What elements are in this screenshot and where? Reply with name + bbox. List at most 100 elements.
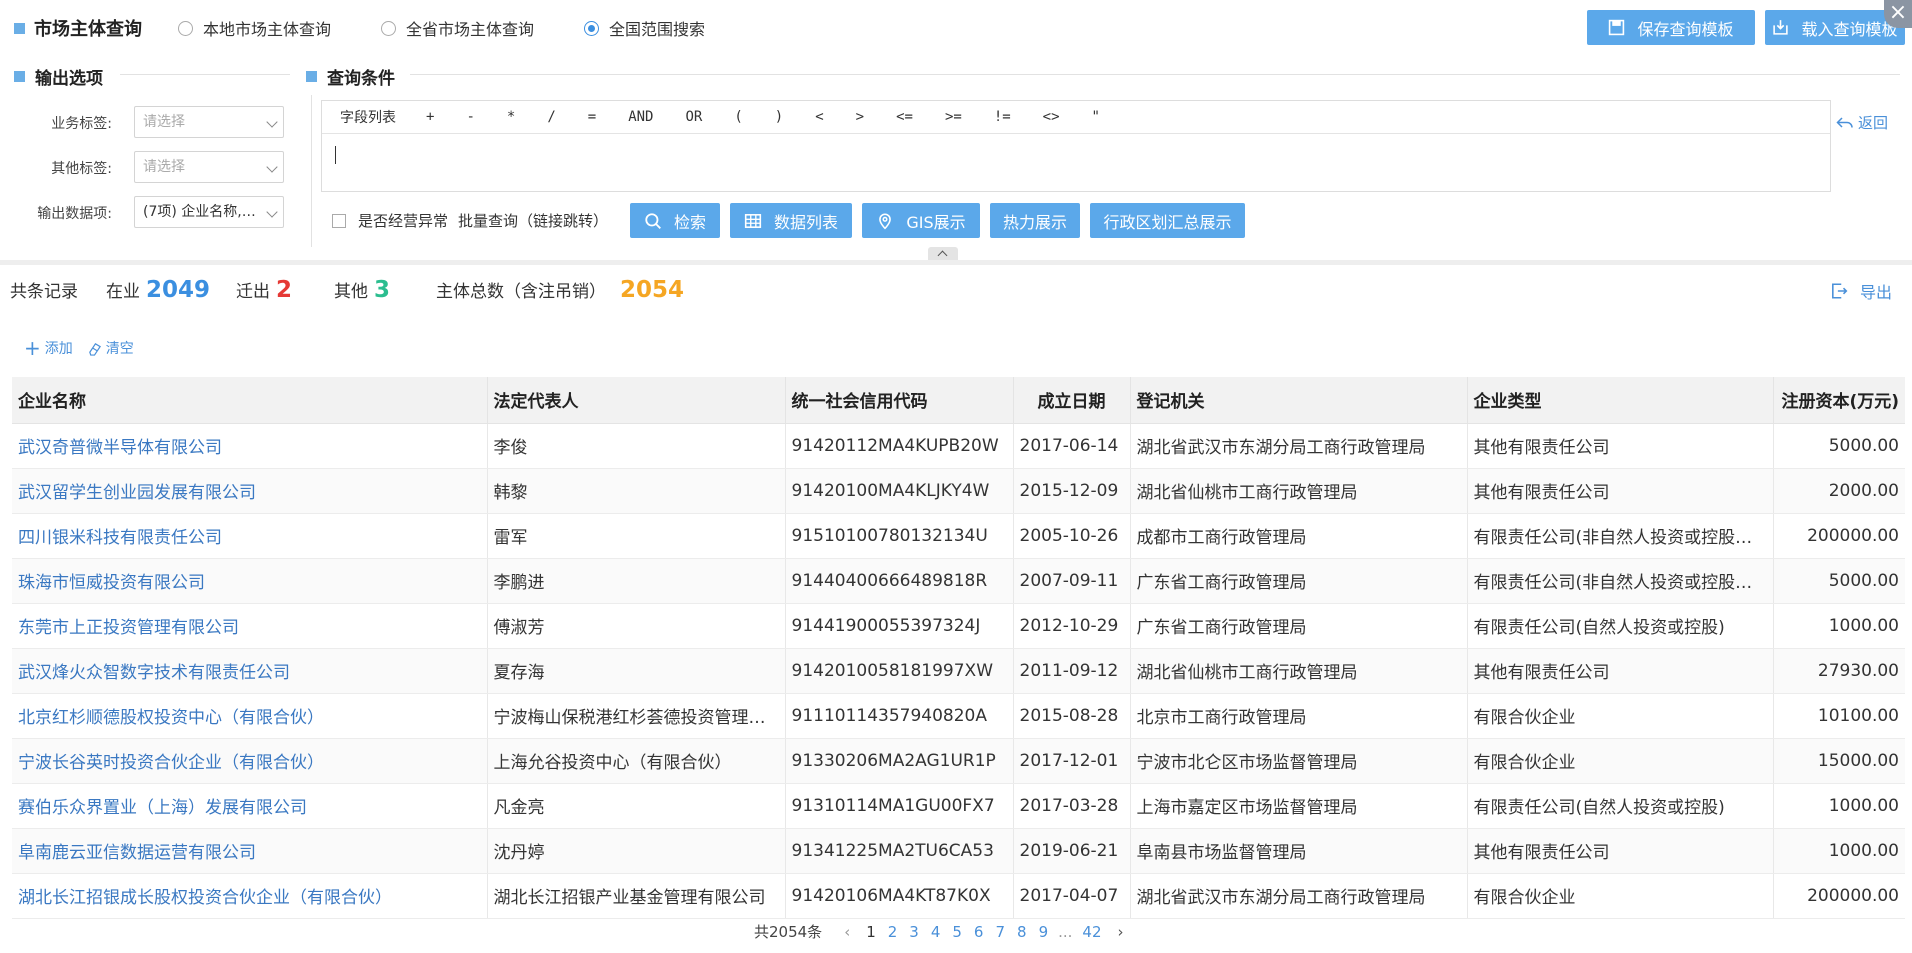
- save-template-button[interactable]: 保存查询模板: [1587, 10, 1755, 45]
- cell-company-name[interactable]: 武汉奇普微半导体有限公司: [12, 423, 487, 469]
- active-count: 2049: [146, 277, 211, 303]
- clear-button[interactable]: 清空: [87, 338, 134, 358]
- operator-button[interactable]: +: [426, 109, 434, 125]
- cell-company-name[interactable]: 阜南鹿云亚信数据运营有限公司: [12, 828, 487, 874]
- radio-local[interactable]: 本地市场主体查询: [178, 16, 331, 40]
- operator-button[interactable]: >=: [945, 109, 962, 125]
- cell-type: 其他有限责任公司: [1466, 423, 1773, 469]
- heat-map-button[interactable]: 热力展示: [990, 203, 1080, 238]
- cell-credit-code: 91310114MA1GU00FX7: [784, 783, 1013, 829]
- add-button[interactable]: + 添加: [24, 338, 73, 358]
- business-tag-label: 业务标签:: [51, 116, 112, 132]
- pager-page[interactable]: 7: [995, 923, 1005, 941]
- table-row[interactable]: 武汉留学生创业园发展有限公司 韩黎 91420100MA4KLJKY4W 2015-1…: [12, 468, 1905, 514]
- other-tag-select[interactable]: 请选择: [134, 151, 284, 183]
- pager-page[interactable]: 4: [931, 923, 941, 941]
- table-row[interactable]: 湖北长江招银成长股权投资合伙企业（有限合伙） 湖北长江招银产业基金管理有限公司 91…: [12, 873, 1905, 919]
- table-row[interactable]: 赛伯乐众界置业（上海）发展有限公司 凡金亮 91310114MA1GU00FX7 20…: [12, 783, 1905, 829]
- abnormal-checkbox[interactable]: [332, 213, 346, 228]
- cell-company-name[interactable]: 武汉留学生创业园发展有限公司: [12, 468, 487, 514]
- column-header-credit-code[interactable]: 统一社会信用代码: [784, 377, 1013, 424]
- cell-company-name[interactable]: 四川银米科技有限责任公司: [12, 513, 487, 559]
- cell-capital: 1000.00: [1772, 603, 1905, 649]
- operator-button[interactable]: =: [588, 109, 596, 125]
- table-row[interactable]: 四川银米科技有限责任公司 雷军 91510100780132134U 2005-10-…: [12, 513, 1905, 559]
- operator-button[interactable]: <: [815, 109, 823, 125]
- data-items-select[interactable]: (7项) 企业名称,法定代表人: [134, 196, 284, 228]
- table-row[interactable]: 阜南鹿云亚信数据运营有限公司 沈丹婷 91341225MA2TU6CA53 2019-…: [12, 828, 1905, 874]
- pager-page[interactable]: 6: [974, 923, 984, 941]
- batch-query-link[interactable]: 批量查询（链接跳转）: [458, 210, 608, 231]
- pager-page-last[interactable]: 42: [1082, 923, 1101, 941]
- cell-legal-rep: 李鹏进: [486, 558, 785, 604]
- cell-date: 2015-12-09: [1012, 468, 1130, 514]
- pager-page[interactable]: 2: [888, 923, 898, 941]
- operator-button[interactable]: ": [1092, 109, 1100, 125]
- radio-circle-icon: [178, 20, 193, 36]
- operator-button[interactable]: /: [547, 109, 555, 125]
- column-header-date[interactable]: 成立日期: [1012, 377, 1130, 424]
- column-header-type[interactable]: 企业类型: [1466, 377, 1773, 424]
- data-list-button[interactable]: 数据列表: [730, 203, 852, 238]
- field-list-button[interactable]: 字段列表: [340, 107, 396, 127]
- cell-company-name[interactable]: 赛伯乐众界置业（上海）发展有限公司: [12, 783, 487, 829]
- cell-capital: 1000.00: [1772, 783, 1905, 829]
- cell-capital: 27930.00: [1772, 648, 1905, 694]
- close-icon[interactable]: ×: [1884, 0, 1912, 28]
- export-button[interactable]: 导出: [1830, 279, 1892, 303]
- operator-button[interactable]: >: [856, 109, 864, 125]
- cell-company-name[interactable]: 珠海市恒威投资有限公司: [12, 558, 487, 604]
- operator-button[interactable]: !=: [994, 109, 1011, 125]
- query-editor[interactable]: 字段列表 + - * / = AND OR() < > <= >= != <> ": [321, 100, 1831, 192]
- abnormal-filter: 是否经营异常 批量查询（链接跳转）: [332, 210, 608, 231]
- pager-page[interactable]: 8: [1017, 923, 1027, 941]
- radio-province[interactable]: 全省市场主体查询: [381, 16, 534, 40]
- column-header-name[interactable]: 企业名称: [12, 377, 487, 424]
- collapse-toggle[interactable]: [928, 247, 958, 261]
- table-row[interactable]: 武汉烽火众智数字技术有限责任公司 夏存海 9142010058181997XW 201…: [12, 648, 1905, 694]
- operator-button[interactable]: *: [507, 109, 515, 125]
- operator-button[interactable]: <>: [1043, 109, 1060, 125]
- cell-company-name[interactable]: 宁波长谷英时投资合伙企业（有限合伙）: [12, 738, 487, 784]
- table-row[interactable]: 东莞市上正投资管理有限公司 傅淑芳 91441900055397324J 2012-1…: [12, 603, 1905, 649]
- gis-button[interactable]: GIS展示: [862, 203, 980, 238]
- section-band: [0, 260, 1912, 265]
- operator-button[interactable]: AND: [628, 109, 653, 125]
- cell-company-name[interactable]: 北京红杉顺德股权投资中心（有限合伙）: [12, 693, 487, 739]
- table-row[interactable]: 北京红杉顺德股权投资中心（有限合伙）宁波梅山保税港红杉荟德投资管理合伙企业（有限…: [12, 693, 1905, 739]
- pager-page[interactable]: 3: [909, 923, 919, 941]
- table-row[interactable]: 珠海市恒威投资有限公司 李鹏进 91440400666489818R 2007-09-…: [12, 558, 1905, 604]
- operator-button[interactable]: (: [734, 109, 742, 125]
- table-row[interactable]: 武汉奇普微半导体有限公司 李俊 91420112MA4KUPB20W 2017-06-…: [12, 423, 1905, 469]
- column-header-authority[interactable]: 登记机关: [1129, 377, 1467, 424]
- column-header-legal-rep[interactable]: 法定代表人: [486, 377, 785, 424]
- export-icon: [1832, 283, 1848, 299]
- operator-button[interactable]: -: [466, 109, 474, 125]
- chevron-left-icon[interactable]: ‹: [844, 923, 850, 941]
- search-button[interactable]: 检索: [630, 203, 720, 238]
- pager-page[interactable]: 9: [1039, 923, 1049, 941]
- chevron-right-icon[interactable]: ›: [1118, 923, 1124, 941]
- table-tools: + 添加 清空: [24, 338, 134, 358]
- radio-national[interactable]: 全国范围搜索: [584, 16, 705, 40]
- cell-authority: 成都市工商行政管理局: [1129, 513, 1467, 559]
- column-header-capital[interactable]: 注册资本(万元): [1772, 377, 1905, 424]
- download-icon: [1773, 20, 1789, 35]
- cell-company-name[interactable]: 湖北长江招银成长股权投资合伙企业（有限合伙）: [12, 873, 487, 919]
- output-options-title: 输出选项: [14, 64, 103, 89]
- cell-credit-code: 91330206MA2AG1UR1P: [784, 738, 1013, 784]
- pager-page[interactable]: 5: [952, 923, 962, 941]
- results-table: 企业名称 法定代表人 统一社会信用代码 成立日期 登记机关 企业类型 注册资本(…: [12, 377, 1905, 919]
- operator-button[interactable]: OR: [685, 109, 702, 125]
- back-link[interactable]: 返回: [1836, 112, 1888, 133]
- region-summary-button[interactable]: 行政区划汇总展示: [1090, 203, 1245, 238]
- table-row[interactable]: 宁波长谷英时投资合伙企业（有限合伙） 上海允谷投资中心（有限合伙） 91330206…: [12, 738, 1905, 784]
- moved-count: 2: [276, 277, 293, 303]
- cell-company-name[interactable]: 武汉烽火众智数字技术有限责任公司: [12, 648, 487, 694]
- cell-company-name[interactable]: 东莞市上正投资管理有限公司: [12, 603, 487, 649]
- operator-button[interactable]: ): [775, 109, 783, 125]
- cell-capital: 10100.00: [1772, 693, 1905, 739]
- pager-page[interactable]: 1: [866, 923, 876, 941]
- business-tag-select[interactable]: 请选择: [134, 106, 284, 138]
- operator-button[interactable]: <=: [896, 109, 913, 125]
